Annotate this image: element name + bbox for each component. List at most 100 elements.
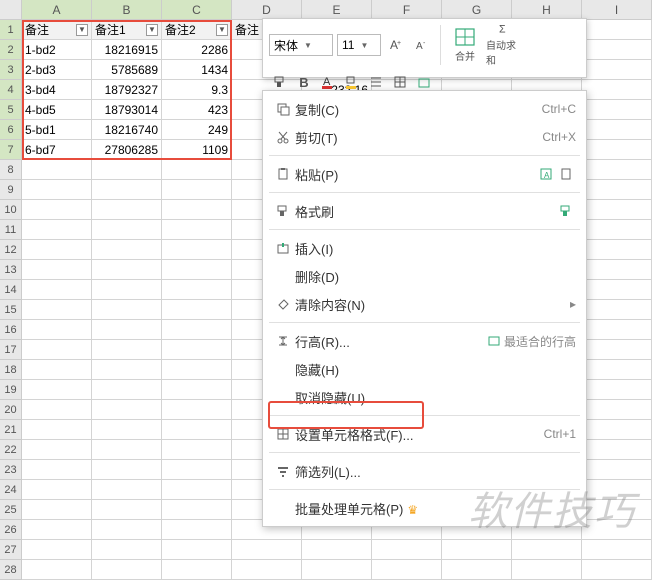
cell[interactable]: 6-bd7 [22,140,92,160]
cell[interactable]: 5785689 [92,60,162,80]
cell[interactable] [22,540,92,560]
cell[interactable] [582,480,652,500]
col-header-e[interactable]: E [302,0,372,20]
cell[interactable] [92,240,162,260]
cell[interactable] [162,340,232,360]
decrease-font-icon[interactable]: A- [411,34,433,56]
cell[interactable] [22,460,92,480]
cell[interactable] [92,160,162,180]
menu-paste[interactable]: 粘贴(P)A [263,160,586,188]
cell[interactable]: 423 [162,100,232,120]
cell[interactable] [92,480,162,500]
row-header-4[interactable]: 4 [0,80,22,100]
cell[interactable] [582,200,652,220]
cell[interactable] [582,240,652,260]
autosum-button[interactable]: Σ自动求和 [486,23,520,67]
cell[interactable] [92,380,162,400]
menu-hide[interactable]: 隐藏(H) [263,355,586,383]
cell[interactable] [22,180,92,200]
paste-options-icon[interactable] [556,167,576,181]
menu-clear[interactable]: 清除内容(N)▸ [263,290,586,318]
font-size-select[interactable]: 11▼ [337,34,381,56]
cell[interactable] [582,500,652,520]
col-header-b[interactable]: B [92,0,162,20]
cell[interactable] [582,440,652,460]
cell[interactable] [22,300,92,320]
select-all-corner[interactable] [0,0,22,20]
menu-delete[interactable]: 删除(D) [263,262,586,290]
col-header-d[interactable]: D [232,0,302,20]
row-header-7[interactable]: 7 [0,140,22,160]
cell[interactable] [92,300,162,320]
row-header-28[interactable]: 28 [0,560,22,580]
cell[interactable] [162,480,232,500]
cell[interactable]: 27806285 [92,140,162,160]
cell[interactable] [92,340,162,360]
cell[interactable] [162,520,232,540]
cell[interactable] [582,40,652,60]
font-family-select[interactable]: 宋体▼ [269,34,333,56]
cell[interactable] [582,280,652,300]
menu-cut[interactable]: 剪切(T)Ctrl+X [263,123,586,151]
cell[interactable] [92,540,162,560]
cell[interactable] [582,60,652,80]
cell[interactable] [582,340,652,360]
row-header-9[interactable]: 9 [0,180,22,200]
cell[interactable] [582,560,652,580]
cell[interactable] [162,220,232,240]
cell[interactable] [582,120,652,140]
row-header-21[interactable]: 21 [0,420,22,440]
row-header-25[interactable]: 25 [0,500,22,520]
row-header-1[interactable]: 1 [0,20,22,40]
cell[interactable] [162,160,232,180]
cell[interactable]: 18216740 [92,120,162,140]
row-header-5[interactable]: 5 [0,100,22,120]
cell[interactable] [582,420,652,440]
filter-header-a[interactable]: 备注▼ [22,20,92,40]
cell[interactable] [582,320,652,340]
cell[interactable] [162,280,232,300]
col-header-c[interactable]: C [162,0,232,20]
menu-format-cells[interactable]: 设置单元格格式(F)...Ctrl+1 [263,420,586,448]
cell[interactable] [582,400,652,420]
cell[interactable] [582,220,652,240]
col-header-h[interactable]: H [512,0,582,20]
cell[interactable] [92,440,162,460]
cell[interactable]: 2286 [162,40,232,60]
cell[interactable]: 3-bd4 [22,80,92,100]
cell[interactable] [162,380,232,400]
row-header-18[interactable]: 18 [0,360,22,380]
row-header-19[interactable]: 19 [0,380,22,400]
cell[interactable] [372,540,442,560]
cell[interactable] [372,560,442,580]
increase-font-icon[interactable]: A+ [385,34,407,56]
menu-unhide[interactable]: 取消隐藏(U) [263,383,586,411]
filter-dropdown-icon[interactable]: ▼ [76,24,88,36]
cell[interactable]: 1-bd2 [22,40,92,60]
cell[interactable] [582,80,652,100]
cell[interactable] [162,300,232,320]
menu-batch-process[interactable]: 批量处理单元格(P)♛ [263,494,586,522]
cell[interactable] [162,400,232,420]
cell[interactable] [92,180,162,200]
cell[interactable] [442,560,512,580]
row-header-27[interactable]: 27 [0,540,22,560]
cell[interactable] [512,560,582,580]
row-header-3[interactable]: 3 [0,60,22,80]
cell[interactable] [92,500,162,520]
cell[interactable] [442,540,512,560]
cell[interactable] [22,260,92,280]
cell[interactable] [92,560,162,580]
cell[interactable] [162,260,232,280]
cell[interactable] [22,440,92,460]
cell[interactable] [162,200,232,220]
menu-copy[interactable]: 复制(C)Ctrl+C [263,95,586,123]
row-header-20[interactable]: 20 [0,400,22,420]
cell[interactable] [582,460,652,480]
col-header-i[interactable]: I [582,0,652,20]
cell[interactable] [232,540,302,560]
cell[interactable] [92,520,162,540]
cell[interactable] [582,140,652,160]
cell[interactable] [162,540,232,560]
cell[interactable]: 1434 [162,60,232,80]
